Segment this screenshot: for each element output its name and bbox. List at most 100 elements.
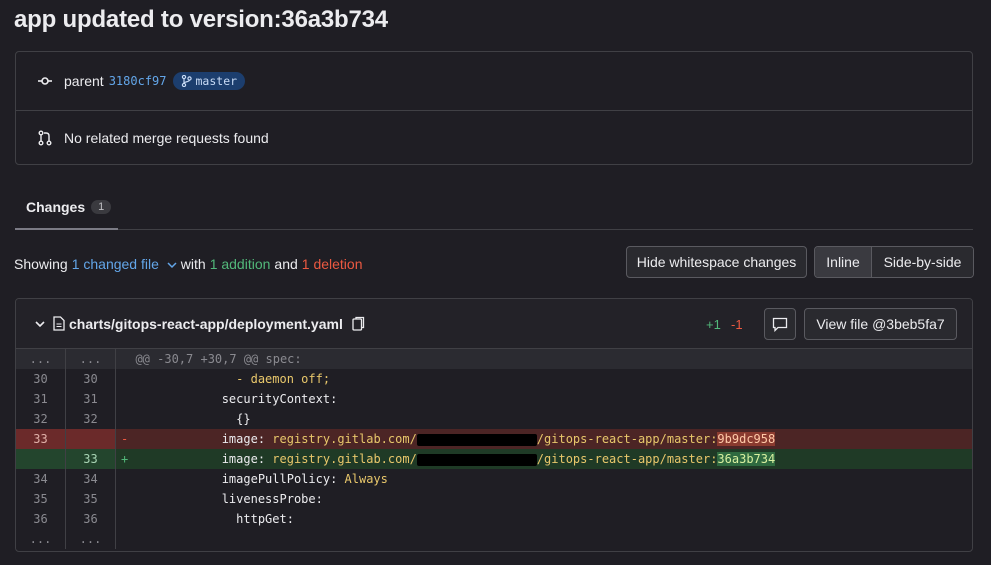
page-title: app updated to version:36a3b734 (14, 6, 388, 33)
old-line-number[interactable]: 33 (16, 429, 66, 449)
code-line: {} (116, 409, 972, 429)
inline-button[interactable]: Inline (815, 247, 872, 277)
new-line-number[interactable]: 32 (66, 409, 116, 429)
file-deletions: -1 (731, 317, 743, 332)
merge-request-icon (36, 130, 54, 146)
new-line-number[interactable]: 36 (66, 509, 116, 529)
summary-addition: 1 addition (209, 256, 271, 272)
code-key: imagePullPolicy: (221, 472, 338, 486)
summary-and: and (274, 256, 298, 272)
code-key: httpGet: (236, 512, 294, 526)
changed-files-label: 1 changed file (71, 256, 159, 272)
code-line: livenessProbe: (116, 489, 972, 509)
hunk-header-row: ... ... @@ -30,7 +30,7 @@ spec: (16, 349, 972, 369)
parent-sha-link[interactable]: 3180cf97 (109, 74, 167, 88)
merge-requests-row: No related merge requests found (16, 110, 972, 164)
file-path[interactable]: charts/gitops-react-app/deployment.yaml (69, 316, 343, 332)
code-text: - daemon off; (236, 372, 331, 386)
file-header: charts/gitops-react-app/deployment.yaml … (16, 299, 972, 349)
new-line-number[interactable]: 33 (66, 449, 116, 469)
code-key: livenessProbe: (221, 492, 323, 506)
redacted-block (416, 453, 537, 466)
chevron-down-icon (167, 262, 177, 269)
old-line-number[interactable]: 32 (16, 409, 66, 429)
code-text: {} (236, 412, 251, 426)
code-value: /gitops-react-app/master: (536, 452, 718, 466)
old-line-number[interactable]: ... (16, 349, 66, 369)
diff-line: 34 34 imagePullPolicy: Always (16, 469, 972, 489)
branch-badge[interactable]: master (172, 72, 246, 90)
diff-line: 35 35 livenessProbe: (16, 489, 972, 509)
tab-changes-label: Changes (26, 198, 86, 215)
code-line: + image: registry.gitlab.com/ /gitops-rea… (116, 449, 972, 469)
hunk-header-text: @@ -30,7 +30,7 @@ spec: (135, 352, 302, 366)
added-line: 33 + image: registry.gitlab.com/ /gitops-… (16, 449, 972, 469)
hide-whitespace-button[interactable]: Hide whitespace changes (626, 246, 807, 278)
diff-summary: Showing 1 changed file with 1 addition a… (14, 256, 362, 272)
new-line-number[interactable] (66, 429, 116, 449)
deleted-line: 33 - image: registry.gitlab.com/ /gitops-… (16, 429, 972, 449)
code-key: image: (221, 432, 266, 446)
parent-row: parent 3180cf97 master (16, 52, 972, 110)
diff-sign: + (121, 452, 129, 466)
expand-new-lines[interactable]: ... (66, 529, 116, 549)
code-text: securityContext: (221, 392, 338, 406)
merge-requests-text: No related merge requests found (64, 129, 269, 146)
branch-icon (181, 75, 192, 87)
branch-name: master (195, 74, 238, 88)
code-value: /gitops-react-app/master: (536, 432, 718, 446)
copy-path-icon[interactable] (352, 316, 365, 331)
new-line-number[interactable]: ... (66, 349, 116, 369)
side-by-side-button[interactable]: Side-by-side (872, 247, 973, 277)
new-line-number[interactable]: 30 (66, 369, 116, 389)
file-additions: +1 (706, 317, 721, 332)
diff-line: 30 30 - daemon off; (16, 369, 972, 389)
file-diff: charts/gitops-react-app/deployment.yaml … (15, 298, 973, 552)
code-line: imagePullPolicy: Always (116, 469, 972, 489)
old-line-number[interactable]: 34 (16, 469, 66, 489)
code-key: image: (221, 452, 266, 466)
comment-button[interactable] (764, 308, 796, 340)
commit-info-box: parent 3180cf97 master No related merge … (15, 51, 973, 165)
old-line-number[interactable]: 31 (16, 389, 66, 409)
comment-icon (772, 317, 788, 332)
parent-label: parent (64, 73, 104, 89)
summary-deletion: 1 deletion (301, 256, 363, 272)
tab-changes[interactable]: Changes 1 (15, 185, 118, 230)
code-line: - daemon off; (116, 369, 972, 389)
hunk-header: @@ -30,7 +30,7 @@ spec: (116, 349, 972, 369)
view-file-button[interactable]: View file @3beb5fa7 (804, 308, 957, 340)
changed-files-dropdown[interactable]: 1 changed file (72, 256, 177, 272)
tabs-bar: Changes 1 (15, 185, 973, 230)
summary-showing: Showing (14, 256, 68, 272)
old-line-number[interactable]: 36 (16, 509, 66, 529)
view-mode-toggle: Inline Side-by-side (814, 246, 974, 278)
code-value: registry.gitlab.com/ (272, 452, 417, 466)
diff-sign: - (121, 432, 129, 446)
new-line-number[interactable]: 31 (66, 389, 116, 409)
expand-lines-row: ... ... (16, 529, 972, 549)
summary-with: with (180, 256, 206, 272)
new-line-number[interactable]: 35 (66, 489, 116, 509)
collapse-chevron-icon[interactable] (35, 320, 45, 328)
diff-line: 36 36 httpGet: (16, 509, 972, 529)
tab-changes-count: 1 (91, 199, 112, 214)
old-line-number[interactable]: 35 (16, 489, 66, 509)
old-line-number[interactable]: 30 (16, 369, 66, 389)
commit-icon (36, 73, 54, 89)
expand-old-lines[interactable]: ... (16, 529, 66, 549)
code-value: registry.gitlab.com/ (272, 432, 417, 446)
changed-tag: 36a3b734 (717, 452, 776, 466)
old-line-number[interactable] (16, 449, 66, 469)
file-icon (53, 316, 65, 331)
diff-line: 31 31 securityContext: (16, 389, 972, 409)
changed-tag: 9b9dc958 (717, 432, 776, 446)
new-line-number[interactable]: 34 (66, 469, 116, 489)
